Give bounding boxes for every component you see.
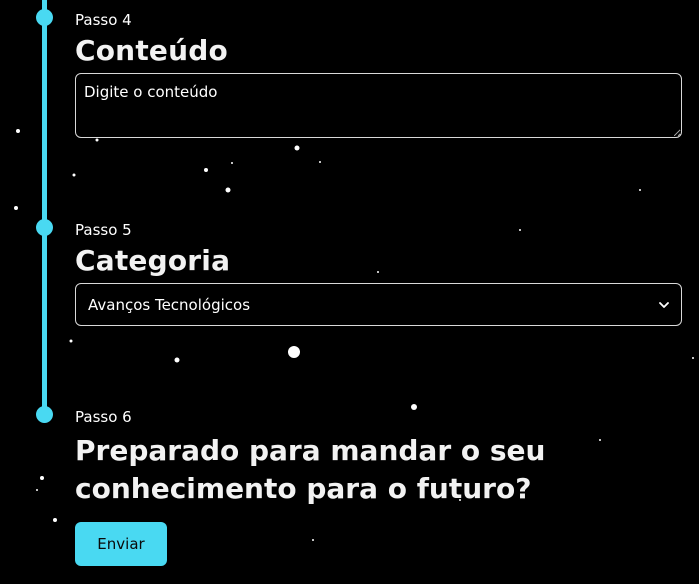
category-select[interactable]: Avanços Tecnológicos xyxy=(75,283,682,326)
chevron-down-icon xyxy=(659,301,669,308)
final-step-headline: Preparado para mandar o seu conhecimento… xyxy=(75,432,675,508)
timeline-dot-step-6 xyxy=(36,406,53,423)
timeline-line xyxy=(42,0,47,414)
step-5-label: Passo 5 xyxy=(75,221,132,239)
headline-line-1: Preparado para mandar o seu xyxy=(75,434,546,467)
step-4-title: Conteúdo xyxy=(75,34,228,67)
send-button[interactable]: Enviar xyxy=(75,522,167,566)
timeline-dot-step-5 xyxy=(36,219,53,236)
category-select-value: Avanços Tecnológicos xyxy=(88,295,251,314)
content-textarea[interactable] xyxy=(75,73,682,138)
step-4-label: Passo 4 xyxy=(75,11,132,29)
step-5-title: Categoria xyxy=(75,244,231,277)
headline-line-2: conhecimento para o futuro? xyxy=(75,472,532,505)
timeline-dot-step-4 xyxy=(36,9,53,26)
step-6-label: Passo 6 xyxy=(75,408,132,426)
